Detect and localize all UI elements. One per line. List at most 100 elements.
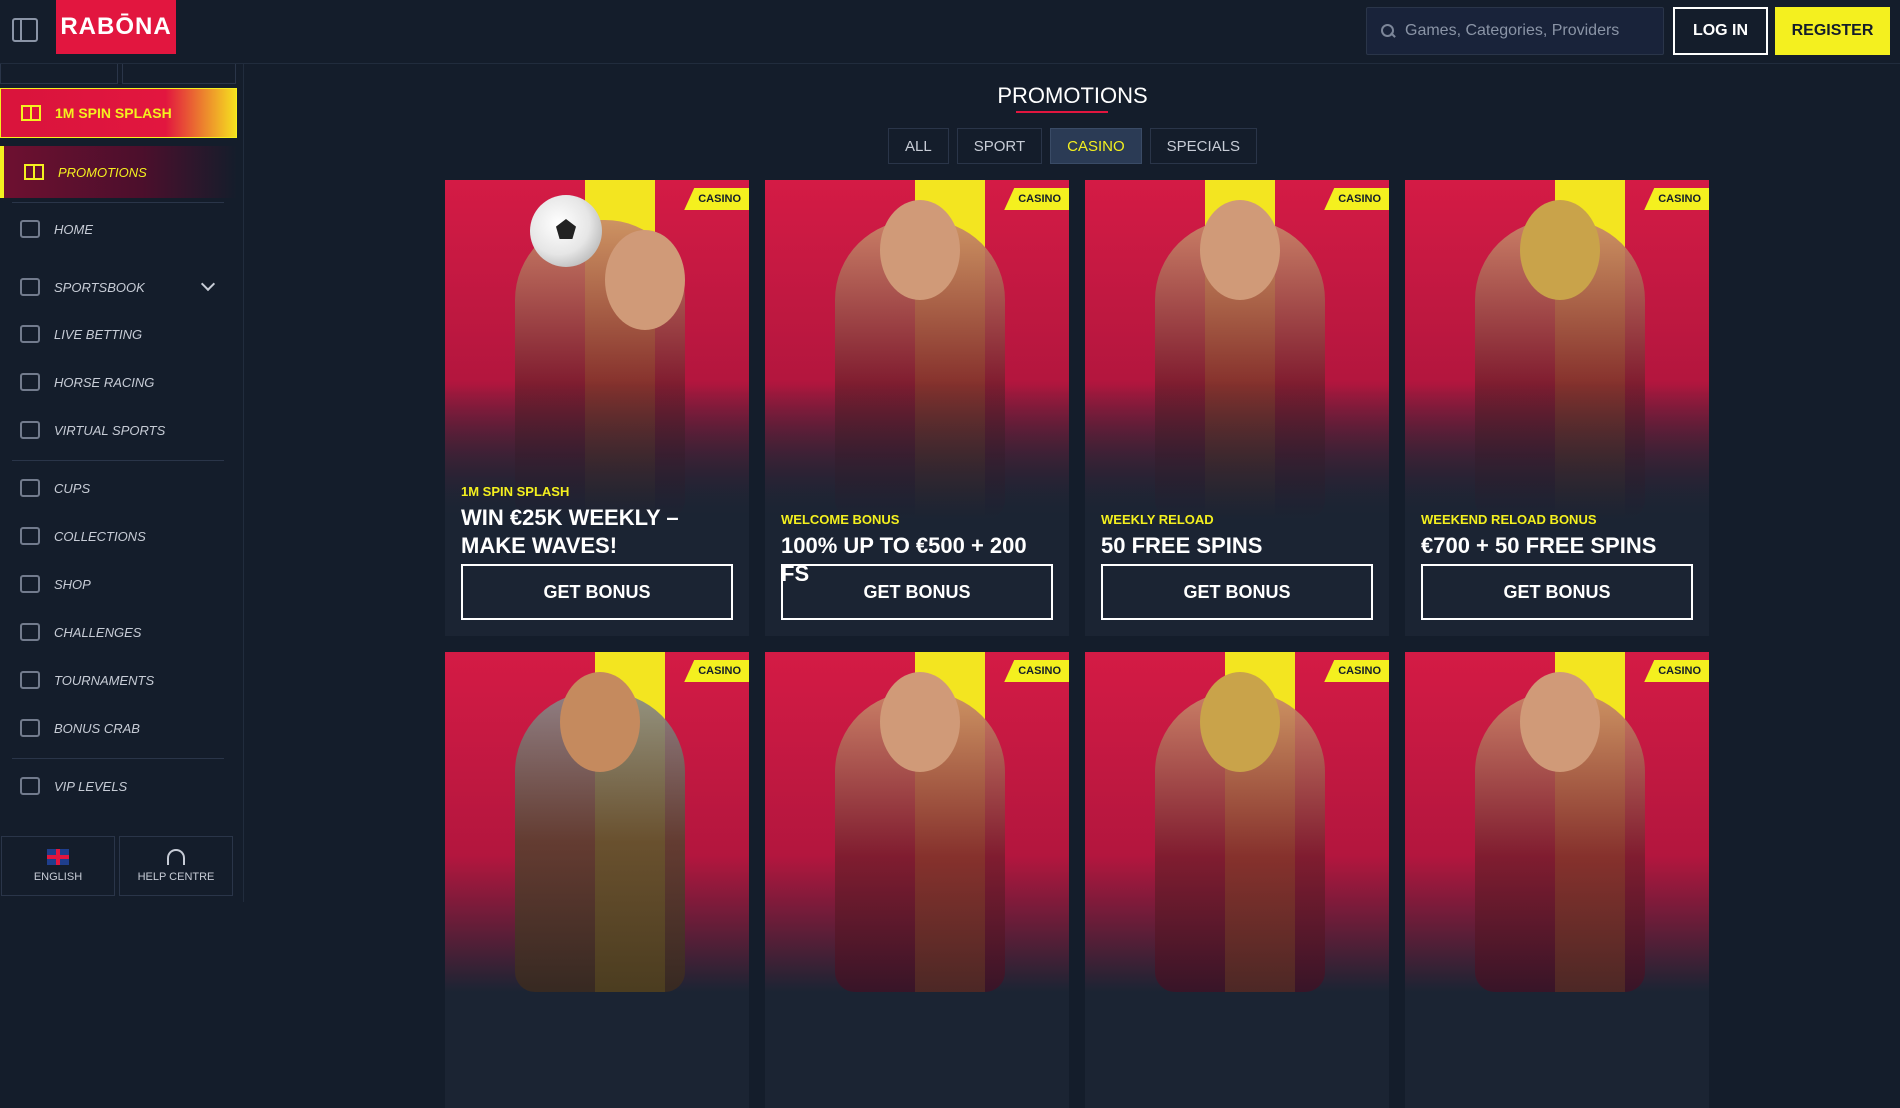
- sidebar-item-label: HOME: [54, 221, 93, 237]
- gift-icon: [24, 164, 44, 180]
- category-badge: CASINO: [1644, 660, 1709, 682]
- sidebar-item-label: VIP LEVELS: [54, 778, 128, 794]
- promo-card[interactable]: CASINO: [1405, 652, 1709, 1108]
- promo-card-image: [445, 652, 749, 992]
- get-bonus-button[interactable]: GET BONUS: [781, 564, 1053, 620]
- promo-subtitle: WEEKEND RELOAD BONUS: [1421, 512, 1597, 527]
- sidebar-item-vip-levels[interactable]: VIP LEVELS: [0, 766, 237, 806]
- sidebar-item-label: HORSE RACING: [54, 374, 155, 390]
- register-button[interactable]: REGISTER: [1775, 7, 1890, 55]
- get-bonus-button[interactable]: GET BONUS: [1421, 564, 1693, 620]
- tab-sport[interactable]: SPORT: [956, 128, 1043, 164]
- sidebar-item-label: CHALLENGES: [54, 624, 142, 640]
- sidebar-item-label: SHOP: [54, 576, 91, 592]
- page-title: PROMOTIONS: [997, 83, 1148, 108]
- get-bonus-button[interactable]: GET BONUS: [461, 564, 733, 620]
- promo-headline: €700 + 50 FREE SPINS: [1421, 533, 1657, 558]
- cards-icon: [20, 527, 40, 545]
- search-input[interactable]: [1405, 22, 1645, 40]
- sidebar-item-collections[interactable]: COLLECTIONS: [0, 516, 237, 556]
- rabona-logo[interactable]: RABŌNA: [56, 0, 176, 54]
- top-bar: RABŌNA LOG IN REGISTER: [0, 0, 1900, 64]
- promo-card[interactable]: CASINO WEEKEND RELOAD BONUS €700 + 50 FR…: [1405, 180, 1709, 636]
- sportsbook-icon: [20, 278, 40, 296]
- promo-card-image: [445, 180, 749, 520]
- sidebar-toggle-icon[interactable]: [12, 18, 38, 42]
- main-content: PROMOTIONS ALL SPORT CASINO SPECIALS CAS…: [245, 65, 1900, 1108]
- sidebar-item-label: CUPS: [54, 480, 91, 496]
- promo-card[interactable]: CASINO WELCOME BONUS 100% UP TO €500 + 2…: [765, 180, 1069, 636]
- sidebar-item-horse-racing[interactable]: HORSE RACING: [0, 362, 237, 402]
- sidebar-top-button-left[interactable]: [0, 64, 118, 84]
- search-icon: [1381, 24, 1395, 38]
- language-label: ENGLISH: [33, 871, 83, 883]
- sidebar-item-bonus-crab[interactable]: BONUS CRAB: [0, 708, 237, 748]
- promo-headline: WIN €25K WEEKLY – MAKE WAVES!: [461, 505, 679, 558]
- promo-card[interactable]: CASINO WEEKLY RELOAD 50 FREE SPINS GET B…: [1085, 180, 1389, 636]
- promo-card-image: [1405, 180, 1709, 520]
- category-badge: CASINO: [1324, 660, 1389, 682]
- sidebar-item-shop[interactable]: SHOP: [0, 564, 237, 604]
- spin-banner-label: 1M SPIN SPLASH: [55, 105, 172, 121]
- category-badge: CASINO: [1324, 188, 1389, 210]
- sidebar-item-label: COLLECTIONS: [54, 528, 146, 544]
- sidebar-top-button-right[interactable]: [122, 64, 236, 84]
- sidebar-item-cups[interactable]: CUPS: [0, 468, 237, 508]
- sidebar-item-home[interactable]: HOME: [0, 209, 237, 249]
- headset-icon: [167, 849, 185, 865]
- sidebar-item-promotions[interactable]: PROMOTIONS: [0, 146, 237, 198]
- sidebar-item-label: PROMOTIONS: [58, 164, 147, 180]
- chevron-down-icon[interactable]: [200, 276, 216, 292]
- promo-headline: 50 FREE SPINS: [1101, 533, 1263, 558]
- spin-splash-banner[interactable]: 1M SPIN SPLASH: [0, 88, 237, 138]
- sidebar-item-live-betting[interactable]: LIVE BETTING: [0, 314, 237, 354]
- crab-icon: [20, 719, 40, 737]
- sidebar-divider: [12, 202, 224, 203]
- sidebar-item-virtual-sports[interactable]: VIRTUAL SPORTS: [0, 410, 237, 450]
- sidebar-item-label: BONUS CRAB: [54, 720, 140, 736]
- flag-icon: [20, 623, 40, 641]
- login-button[interactable]: LOG IN: [1673, 7, 1768, 55]
- sidebar-item-challenges[interactable]: CHALLENGES: [0, 612, 237, 652]
- help-centre-button[interactable]: HELP CENTRE: [119, 836, 233, 896]
- sidebar-item-label: TOURNAMENTS: [54, 672, 155, 688]
- promo-tabs: ALL SPORT CASINO SPECIALS: [245, 128, 1900, 164]
- language-button[interactable]: ENGLISH: [1, 836, 115, 896]
- gift-icon: [21, 105, 41, 121]
- title-underline: [1016, 111, 1108, 113]
- promo-card-image: [765, 180, 1069, 520]
- get-bonus-button[interactable]: GET BONUS: [1101, 564, 1373, 620]
- promo-card[interactable]: CASINO: [765, 652, 1069, 1108]
- tab-all[interactable]: ALL: [888, 128, 949, 164]
- promo-card-image: [765, 652, 1069, 992]
- help-label: HELP CENTRE: [137, 871, 215, 883]
- search-box[interactable]: [1366, 7, 1664, 55]
- promo-card[interactable]: CASINO: [1085, 652, 1389, 1108]
- diamond-icon: [20, 777, 40, 795]
- trophy-icon: [20, 479, 40, 497]
- sidebar-item-sportsbook[interactable]: SPORTSBOOK: [0, 267, 237, 307]
- tab-casino[interactable]: CASINO: [1050, 128, 1142, 164]
- promo-subtitle: WELCOME BONUS: [781, 512, 900, 527]
- promo-card-image: [1085, 652, 1389, 992]
- promo-subtitle: WEEKLY RELOAD: [1101, 512, 1214, 527]
- promo-card[interactable]: CASINO 1M SPIN SPLASH WIN €25K WEEKLY – …: [445, 180, 749, 636]
- sidebar-divider: [12, 758, 224, 759]
- category-badge: CASINO: [684, 188, 749, 210]
- sidebar-item-label: VIRTUAL SPORTS: [54, 422, 166, 438]
- horse-icon: [20, 373, 40, 391]
- tab-specials[interactable]: SPECIALS: [1149, 128, 1257, 164]
- uk-flag-icon: [47, 849, 69, 865]
- promo-card-image: [1405, 652, 1709, 992]
- promo-subtitle: 1M SPIN SPLASH: [461, 484, 570, 499]
- cart-icon: [20, 575, 40, 593]
- sidebar: 1M SPIN SPLASH PROMOTIONS HOME SPORTSBOO…: [0, 64, 244, 902]
- sidebar-item-label: SPORTSBOOK: [54, 279, 145, 295]
- category-badge: CASINO: [684, 660, 749, 682]
- live-icon: [20, 325, 40, 343]
- category-badge: CASINO: [1004, 660, 1069, 682]
- promo-card[interactable]: CASINO: [445, 652, 749, 1108]
- promo-card-image: [1085, 180, 1389, 520]
- home-icon: [20, 220, 40, 238]
- sidebar-item-tournaments[interactable]: TOURNAMENTS: [0, 660, 237, 700]
